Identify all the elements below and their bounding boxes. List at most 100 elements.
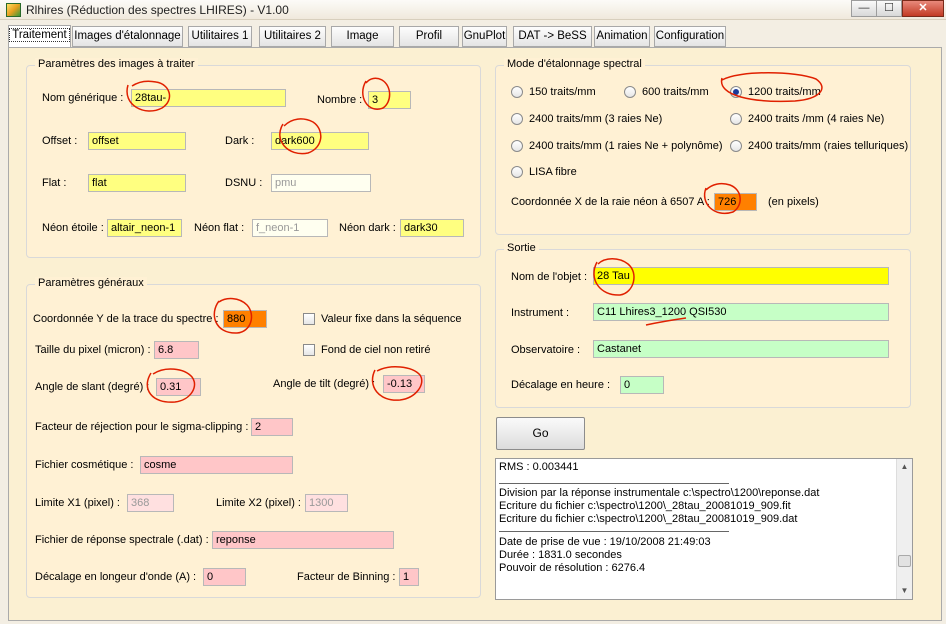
observatoire-input[interactable]: Castanet xyxy=(593,340,889,358)
radio-2400-4ne-label: 2400 traits /mm (4 raies Ne) xyxy=(748,113,885,125)
coord-x-unit: (en pixels) xyxy=(768,196,819,208)
radio-2400-4ne[interactable] xyxy=(730,113,742,125)
radio-1200[interactable] xyxy=(730,86,742,98)
decalage-heure-input[interactable]: 0 xyxy=(620,376,664,394)
reponse-input[interactable]: reponse xyxy=(212,531,394,549)
sortie-group: Sortie Nom de l'objet : 28 Tau Instrumen… xyxy=(495,242,911,408)
decalage-heure-label: Décalage en heure : xyxy=(511,379,611,391)
neon-etoile-label: Néon étoile : xyxy=(42,222,104,234)
reponse-label: Fichier de réponse spectrale (.dat) : xyxy=(35,534,209,546)
minimize-button[interactable]: — xyxy=(851,0,877,17)
valeur-fixe-label: Valeur fixe dans la séquence xyxy=(321,313,462,325)
offset-input[interactable]: offset xyxy=(88,132,186,150)
binning-label: Facteur de Binning : xyxy=(297,571,396,583)
window-title: Rlhires (Réduction des spectres LHIRES) … xyxy=(26,3,289,17)
instrument-label: Instrument : xyxy=(511,307,570,319)
nombre-label: Nombre : xyxy=(317,94,363,106)
radio-lisa[interactable] xyxy=(511,166,523,178)
log-line: Durée : 1831.0 secondes xyxy=(499,549,622,561)
radio-150-label: 150 traits/mm xyxy=(529,86,596,98)
tilt-input[interactable]: -0.13 xyxy=(383,375,425,393)
log-line: Ecriture du fichier c:\spectro\1200\_28t… xyxy=(499,513,798,525)
general-legend: Paramètres généraux xyxy=(35,277,147,289)
neon-flat-input[interactable]: f_neon-1 xyxy=(252,219,328,237)
general-group: Paramètres généraux Coordonnée Y de la t… xyxy=(26,277,481,598)
neon-dark-input[interactable]: dark30 xyxy=(400,219,464,237)
log-output[interactable]: RMS : 0.003441 Division par la réponse i… xyxy=(495,458,913,600)
maximize-button[interactable]: ☐ xyxy=(876,0,902,17)
fond-ciel-label: Fond de ciel non retiré xyxy=(321,344,431,356)
dark-label: Dark : xyxy=(225,135,255,147)
fond-ciel-checkbox[interactable] xyxy=(303,344,315,356)
log-separator xyxy=(499,531,729,532)
tilt-label: Angle de tilt (degré) : xyxy=(273,378,376,390)
decalage-onde-input[interactable]: 0 xyxy=(203,568,246,586)
pixel-label: Taille du pixel (micron) : xyxy=(35,344,151,356)
radio-2400-poly-label: 2400 traits/mm (1 raies Ne + polynôme) xyxy=(529,140,723,152)
tab-gnuplot[interactable]: GnuPlot xyxy=(462,26,507,47)
scroll-down-icon[interactable]: ▼ xyxy=(897,583,912,598)
tab-utilitaires-2[interactable]: Utilitaires 2 xyxy=(259,26,326,47)
tab-dat-bess[interactable]: DAT -> BeSS xyxy=(513,26,592,47)
tab-profil[interactable]: Profil xyxy=(399,26,459,47)
radio-2400-tell[interactable] xyxy=(730,140,742,152)
neon-dark-label: Néon dark : xyxy=(339,222,396,234)
sortie-legend: Sortie xyxy=(504,242,539,254)
radio-2400-3ne[interactable] xyxy=(511,113,523,125)
coord-x-input[interactable]: 726 xyxy=(714,193,757,211)
dark-input[interactable]: dark600 xyxy=(271,132,369,150)
tab-traitement[interactable]: Traitement xyxy=(8,25,71,48)
radio-150[interactable] xyxy=(511,86,523,98)
limite-x1-input[interactable]: 368 xyxy=(127,494,174,512)
tab-images-etalonnage[interactable]: Images d'étalonnage xyxy=(72,26,183,47)
nom-generique-label: Nom générique : xyxy=(42,92,124,104)
log-line: Division par la réponse instrumentale c:… xyxy=(499,487,820,499)
slant-input[interactable]: 0.31 xyxy=(156,378,201,396)
log-scrollbar[interactable]: ▲ ▼ xyxy=(896,459,912,599)
radio-2400-poly[interactable] xyxy=(511,140,523,152)
images-group: Paramètres des images à traiter Nom géné… xyxy=(26,58,481,258)
tab-image[interactable]: Image xyxy=(331,26,394,47)
rejection-label: Facteur de réjection pour le sigma-clipp… xyxy=(35,421,249,433)
flat-label: Flat : xyxy=(42,177,67,189)
observatoire-label: Observatoire : xyxy=(511,344,581,356)
binning-input[interactable]: 1 xyxy=(399,568,419,586)
coord-y-label: Coordonnée Y de la trace du spectre : xyxy=(33,313,219,325)
images-legend: Paramètres des images à traiter xyxy=(35,58,198,70)
log-line: Date de prise de vue : 19/10/2008 21:49:… xyxy=(499,536,711,548)
log-separator xyxy=(499,483,729,484)
radio-2400-3ne-label: 2400 traits/mm (3 raies Ne) xyxy=(529,113,663,125)
tab-configuration[interactable]: Configuration xyxy=(654,26,726,47)
log-line: Pouvoir de résolution : 6276.4 xyxy=(499,562,646,574)
nom-objet-label: Nom de l'objet : xyxy=(511,271,588,283)
scroll-thumb[interactable] xyxy=(898,555,911,567)
dsnu-label: DSNU : xyxy=(225,177,263,189)
coord-y-input[interactable]: 880 xyxy=(223,310,267,328)
neon-flat-label: Néon flat : xyxy=(194,222,245,234)
mode-legend: Mode d'étalonnage spectral xyxy=(504,58,645,70)
valeur-fixe-checkbox[interactable] xyxy=(303,313,315,325)
neon-etoile-input[interactable]: altair_neon-1 xyxy=(107,219,182,237)
tab-animation[interactable]: Animation xyxy=(594,26,650,47)
rejection-input[interactable]: 2 xyxy=(251,418,293,436)
log-line: Ecriture du fichier c:\spectro\1200\_28t… xyxy=(499,500,791,512)
close-button[interactable]: ✕ xyxy=(902,0,944,17)
limite-x2-label: Limite X2 (pixel) : xyxy=(216,497,301,509)
log-line: RMS : 0.003441 xyxy=(499,461,579,473)
nombre-input[interactable]: 3 xyxy=(368,91,411,109)
nom-generique-input[interactable]: 28tau- xyxy=(131,89,286,107)
limite-x2-input[interactable]: 1300 xyxy=(305,494,348,512)
app-icon xyxy=(6,3,21,17)
go-button[interactable]: Go xyxy=(496,417,585,450)
instrument-input[interactable]: C11 Lhires3_1200 QSI530 xyxy=(593,303,889,321)
nom-objet-input[interactable]: 28 Tau xyxy=(593,267,889,285)
cosmetique-input[interactable]: cosme xyxy=(140,456,293,474)
radio-1200-label: 1200 traits/mm xyxy=(748,86,821,98)
flat-input[interactable]: flat xyxy=(88,174,186,192)
scroll-up-icon[interactable]: ▲ xyxy=(897,459,912,474)
cosmetique-label: Fichier cosmétique : xyxy=(35,459,134,471)
pixel-input[interactable]: 6.8 xyxy=(154,341,199,359)
dsnu-input[interactable]: pmu xyxy=(271,174,371,192)
tab-utilitaires-1[interactable]: Utilitaires 1 xyxy=(188,26,252,47)
radio-600[interactable] xyxy=(624,86,636,98)
